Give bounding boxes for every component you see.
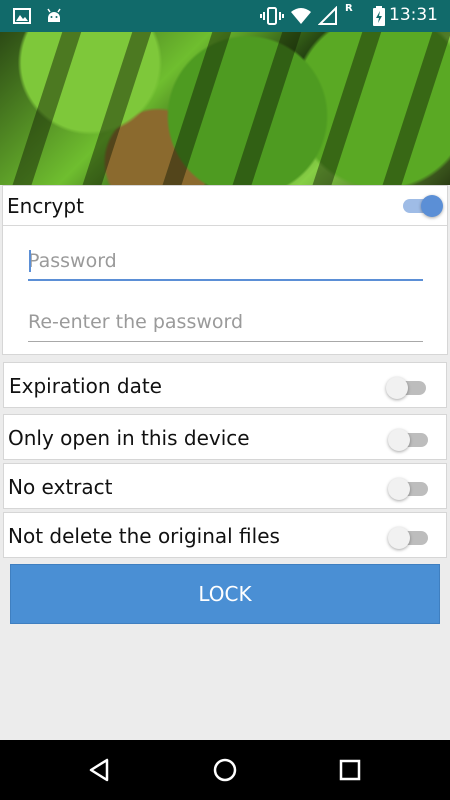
text-cursor <box>29 250 31 272</box>
not-delete-originals-toggle[interactable] <box>388 524 432 549</box>
no-extract-toggle[interactable] <box>388 475 432 500</box>
option-only-open-in-device[interactable]: Only open in this device <box>3 414 447 460</box>
option-no-extract[interactable]: No extract <box>3 463 447 509</box>
signal-icon <box>317 5 338 30</box>
toggle-thumb <box>386 377 408 399</box>
encrypt-card: Encrypt <box>2 185 448 355</box>
signal-badge: R <box>345 3 353 14</box>
option-label: Not delete the original files <box>8 524 280 548</box>
encrypt-header: Encrypt <box>3 186 447 226</box>
battery-icon <box>372 6 386 30</box>
lock-button[interactable]: LOCK <box>10 564 440 624</box>
toggle-thumb <box>388 527 410 549</box>
toggle-thumb <box>388 478 410 500</box>
navigation-bar <box>0 740 450 800</box>
reenter-password-input[interactable] <box>28 302 423 342</box>
hero-image <box>0 32 450 185</box>
encrypt-label: Encrypt <box>7 194 84 218</box>
option-label: Expiration date <box>9 374 162 398</box>
toggle-thumb <box>421 195 443 217</box>
only-open-in-device-toggle[interactable] <box>388 426 432 451</box>
option-label: No extract <box>8 475 113 499</box>
home-icon[interactable] <box>210 755 240 785</box>
password-underline <box>28 279 423 281</box>
option-label: Only open in this device <box>8 426 250 450</box>
option-expiration-date[interactable]: Expiration date <box>3 362 447 408</box>
expiration-date-toggle[interactable] <box>386 374 430 399</box>
image-icon <box>12 6 32 30</box>
password-field[interactable] <box>28 241 423 281</box>
toggle-thumb <box>388 429 410 451</box>
encrypt-toggle[interactable] <box>399 192 443 217</box>
recents-icon[interactable] <box>335 755 365 785</box>
password-input[interactable] <box>28 241 423 281</box>
vibrate-icon <box>260 6 284 30</box>
reenter-underline <box>28 341 423 342</box>
android-icon <box>44 6 64 30</box>
wifi-icon <box>290 6 312 30</box>
status-bar: R 13:31 <box>0 0 450 32</box>
option-not-delete-originals[interactable]: Not delete the original files <box>3 512 447 558</box>
back-icon[interactable] <box>85 755 115 785</box>
status-clock: 13:31 <box>389 5 438 25</box>
reenter-password-field[interactable] <box>28 302 423 342</box>
